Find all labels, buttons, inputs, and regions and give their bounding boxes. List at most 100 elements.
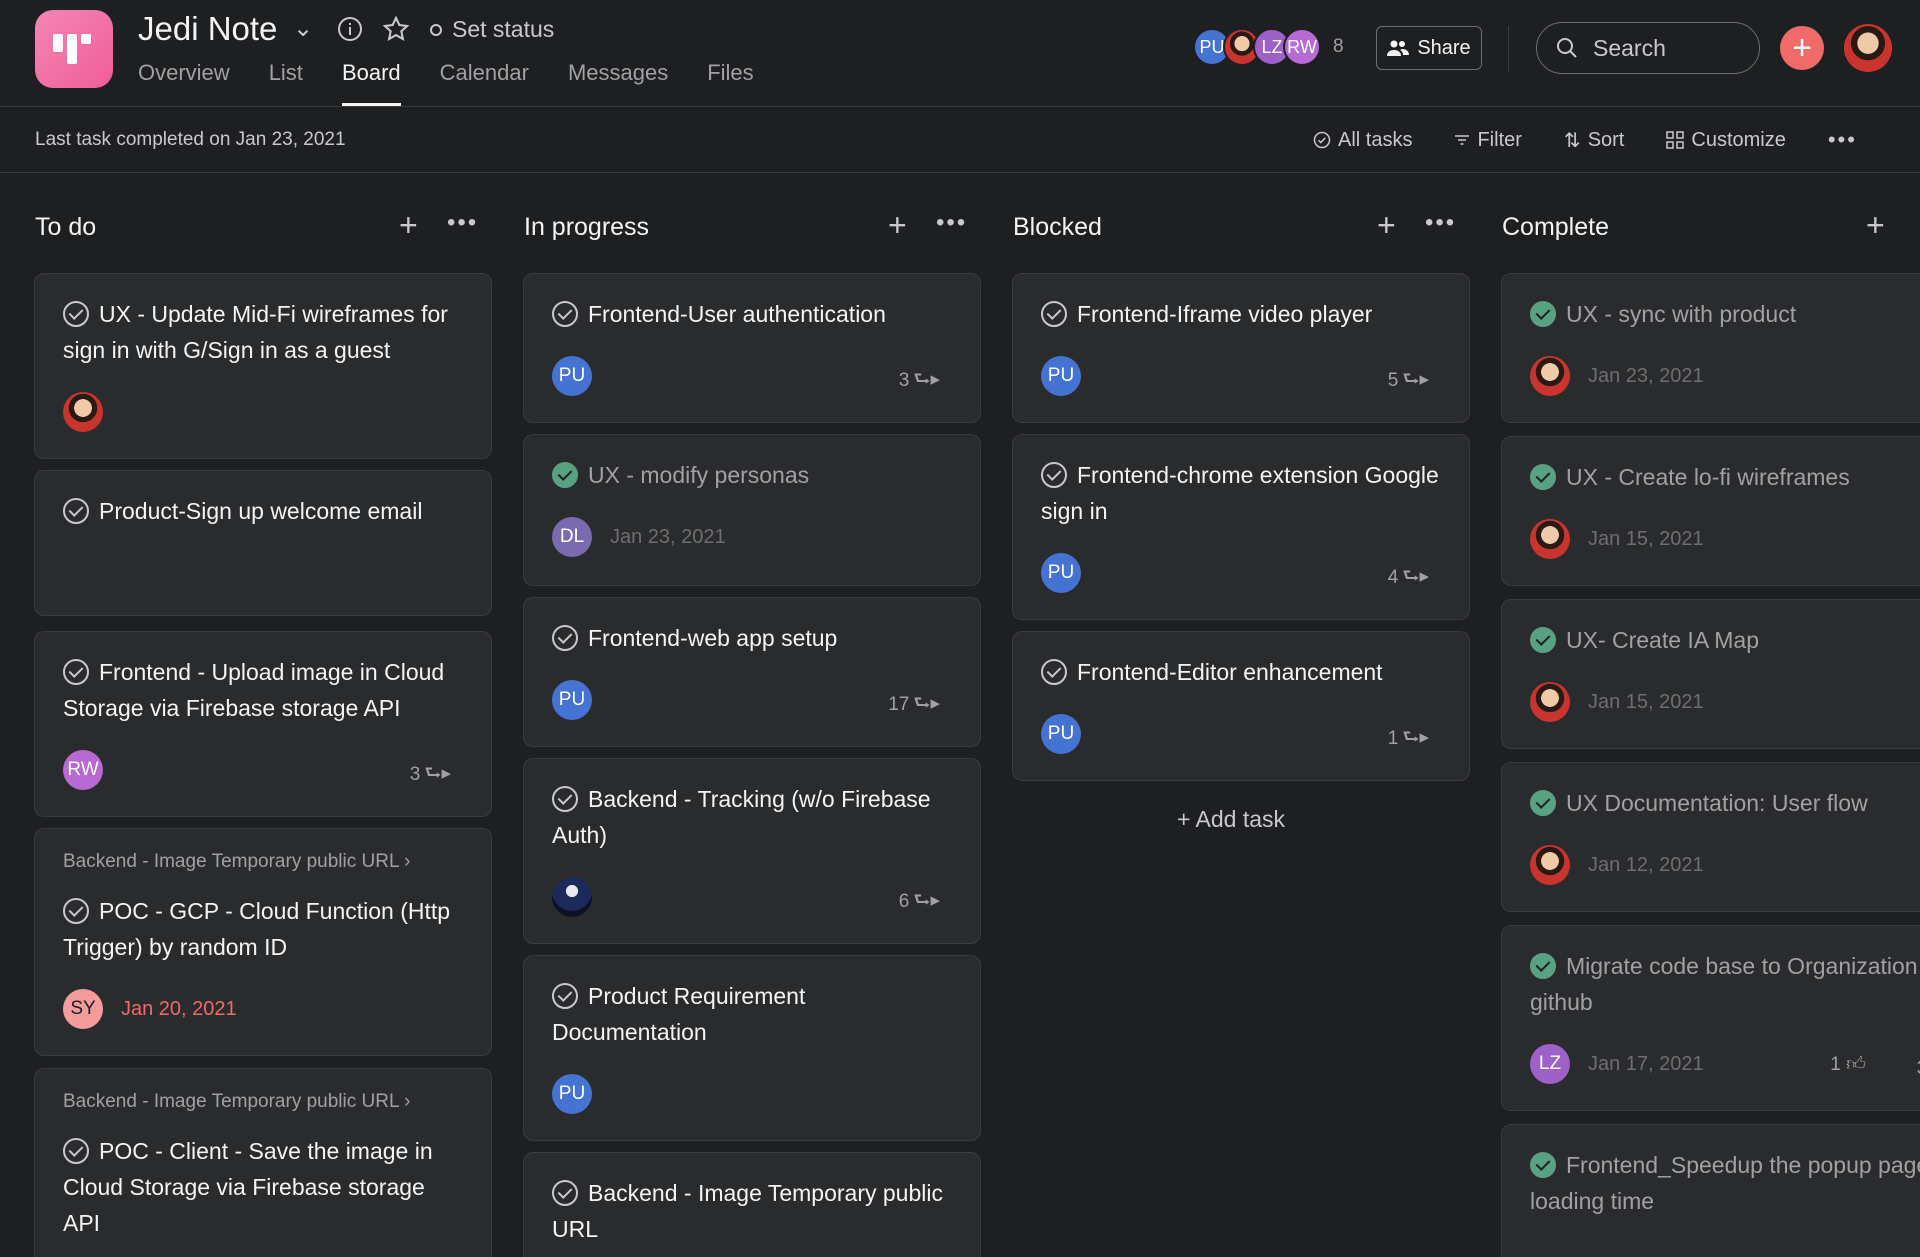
add-card-icon[interactable]: + bbox=[888, 207, 907, 244]
avatar[interactable] bbox=[1530, 845, 1570, 885]
customize-button[interactable]: Customize bbox=[1666, 127, 1786, 153]
due-date[interactable]: Jan 23, 2021 bbox=[1588, 365, 1704, 388]
completed-check-icon[interactable] bbox=[1530, 464, 1556, 490]
user-avatar[interactable] bbox=[1844, 24, 1892, 72]
tab-messages[interactable]: Messages bbox=[568, 60, 668, 106]
completed-check-icon[interactable] bbox=[1530, 790, 1556, 816]
task-card[interactable]: Backend - Image Temporary public URL bbox=[523, 1152, 981, 1257]
task-card[interactable]: UX - Create lo-fi wireframes Jan 15, 202… bbox=[1501, 436, 1920, 586]
subtask-count[interactable]: 5 ⮑▸ bbox=[1388, 365, 1429, 397]
task-card[interactable]: Backend - Tracking (w/o Firebase Auth) 6… bbox=[523, 758, 981, 944]
task-card[interactable]: Frontend - Upload image in Cloud Storage… bbox=[34, 631, 492, 817]
search-input[interactable]: Search bbox=[1536, 22, 1760, 74]
due-date[interactable]: Jan 23, 2021 bbox=[610, 526, 726, 549]
complete-check-icon[interactable] bbox=[63, 659, 89, 685]
task-card[interactable]: Frontend-Iframe video player PU 5 ⮑▸ bbox=[1012, 273, 1470, 423]
chevron-down-icon[interactable]: ⌄ bbox=[293, 14, 313, 43]
complete-check-icon[interactable] bbox=[552, 983, 578, 1009]
parent-task-link[interactable]: Backend - Image Temporary public URL › bbox=[63, 1091, 410, 1113]
task-card[interactable]: Backend - Image Temporary public URL › P… bbox=[34, 828, 492, 1056]
task-card[interactable]: Product-Sign up welcome email bbox=[34, 470, 492, 616]
project-board-icon[interactable] bbox=[35, 10, 113, 88]
task-card[interactable]: Backend - Image Temporary public URL › P… bbox=[34, 1068, 492, 1257]
avatar[interactable] bbox=[1530, 356, 1570, 396]
task-card[interactable]: UX Documentation: User flow Jan 12, 2021 bbox=[1501, 762, 1920, 912]
complete-check-icon[interactable] bbox=[1041, 462, 1067, 488]
project-title[interactable]: Jedi Note bbox=[138, 10, 277, 48]
sort-button[interactable]: ⇅ Sort bbox=[1564, 127, 1624, 153]
tab-calendar[interactable]: Calendar bbox=[440, 60, 529, 106]
complete-check-icon[interactable] bbox=[552, 786, 578, 812]
quick-add-button[interactable]: + bbox=[1780, 26, 1824, 70]
complete-check-icon[interactable] bbox=[552, 301, 578, 327]
task-card[interactable]: Frontend_Speedup the popup page loading … bbox=[1501, 1124, 1920, 1257]
subtask-count[interactable]: 3⮑▸ bbox=[899, 365, 940, 397]
task-card[interactable]: Frontend-User authentication PU 3 ⮑▸ bbox=[523, 273, 981, 423]
avatar[interactable]: RW bbox=[63, 750, 103, 790]
completed-check-icon[interactable] bbox=[1530, 953, 1556, 979]
avatar[interactable]: PU bbox=[1041, 553, 1081, 593]
avatar[interactable] bbox=[1530, 682, 1570, 722]
complete-check-icon[interactable] bbox=[1041, 659, 1067, 685]
avatar[interactable]: DL bbox=[552, 517, 592, 557]
task-card[interactable]: Migrate code base to Organization github… bbox=[1501, 925, 1920, 1111]
avatar[interactable] bbox=[552, 877, 592, 917]
avatar[interactable]: PU bbox=[1041, 714, 1081, 754]
info-icon[interactable] bbox=[337, 16, 363, 42]
like-count[interactable]: 1 👍︎ bbox=[1830, 1053, 1866, 1076]
task-card[interactable]: UX - sync with product Jan 23, 2021 bbox=[1501, 273, 1920, 423]
add-card-icon[interactable]: + bbox=[1866, 207, 1885, 244]
column-more-icon[interactable]: ••• bbox=[447, 209, 478, 237]
task-card[interactable]: Frontend-Editor enhancement PU 1 ⮑▸ bbox=[1012, 631, 1470, 781]
subtask-count[interactable]: 3⮑▸ bbox=[410, 759, 451, 791]
due-date[interactable]: Jan 17, 2021 bbox=[1588, 1053, 1704, 1076]
subtask-count[interactable]: 6 ⮑▸ bbox=[899, 886, 940, 918]
more-options-icon[interactable]: ••• bbox=[1828, 127, 1857, 153]
due-date[interactable]: Jan 15, 2021 bbox=[1588, 691, 1704, 714]
member-avatars[interactable]: PU LZ RW 8 bbox=[1193, 28, 1344, 66]
share-button[interactable]: Share bbox=[1376, 26, 1482, 70]
avatar[interactable]: PU bbox=[1041, 356, 1081, 396]
add-task-button[interactable]: + Add task bbox=[1177, 806, 1285, 833]
star-icon[interactable] bbox=[382, 15, 410, 43]
add-card-icon[interactable]: + bbox=[1377, 207, 1396, 244]
complete-check-icon[interactable] bbox=[63, 498, 89, 524]
subtask-count[interactable]: 17 ⮑▸ bbox=[888, 689, 940, 721]
due-date[interactable]: Jan 12, 2021 bbox=[1588, 854, 1704, 877]
task-card[interactable]: UX - Update Mid-Fi wireframes for sign i… bbox=[34, 273, 492, 459]
tab-board[interactable]: Board bbox=[341, 60, 401, 106]
column-more-icon[interactable]: ••• bbox=[1425, 209, 1456, 237]
all-tasks-button[interactable]: All tasks bbox=[1313, 127, 1412, 153]
complete-check-icon[interactable] bbox=[63, 301, 89, 327]
add-card-icon[interactable]: + bbox=[399, 207, 418, 244]
completed-check-icon[interactable] bbox=[552, 462, 578, 488]
subtask-count[interactable]: 4 ⮑▸ bbox=[1388, 562, 1429, 594]
completed-check-icon[interactable] bbox=[1530, 627, 1556, 653]
complete-check-icon[interactable] bbox=[552, 1180, 578, 1206]
complete-check-icon[interactable] bbox=[1041, 301, 1067, 327]
avatar[interactable]: LZ bbox=[1530, 1044, 1570, 1084]
avatar[interactable] bbox=[63, 392, 103, 432]
tab-list[interactable]: List bbox=[269, 60, 303, 106]
task-card[interactable]: Frontend-web app setup PU 17 ⮑▸ bbox=[523, 597, 981, 747]
task-card[interactable]: UX - modify personas DL Jan 23, 2021 bbox=[523, 434, 981, 586]
due-date[interactable]: Jan 15, 2021 bbox=[1588, 528, 1704, 551]
tab-files[interactable]: Files bbox=[707, 60, 753, 106]
avatar[interactable]: PU bbox=[552, 1074, 592, 1114]
avatar[interactable]: PU bbox=[552, 356, 592, 396]
task-card[interactable]: UX- Create IA Map Jan 15, 2021 bbox=[1501, 599, 1920, 749]
complete-check-icon[interactable] bbox=[63, 1138, 89, 1164]
completed-check-icon[interactable] bbox=[1530, 301, 1556, 327]
avatar[interactable] bbox=[1530, 519, 1570, 559]
task-card[interactable]: Product Requirement Documentation PU bbox=[523, 955, 981, 1141]
subtask-count[interactable]: 1 ⮑▸ bbox=[1388, 723, 1429, 755]
avatar[interactable]: PU bbox=[552, 680, 592, 720]
completed-check-icon[interactable] bbox=[1530, 1152, 1556, 1178]
set-status-button[interactable]: Set status bbox=[430, 16, 554, 43]
complete-check-icon[interactable] bbox=[552, 625, 578, 651]
complete-check-icon[interactable] bbox=[63, 898, 89, 924]
tab-overview[interactable]: Overview bbox=[138, 60, 230, 106]
task-card[interactable]: Frontend-chrome extension Google sign in… bbox=[1012, 434, 1470, 620]
parent-task-link[interactable]: Backend - Image Temporary public URL › bbox=[63, 851, 410, 873]
avatar[interactable]: SY bbox=[63, 989, 103, 1029]
